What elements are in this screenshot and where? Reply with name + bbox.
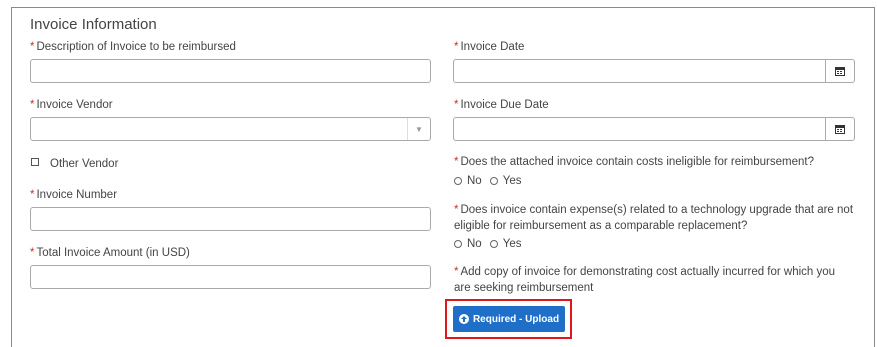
total-amount-input[interactable] xyxy=(30,265,431,289)
total-amount-label: * Total Invoice Amount (in USD) xyxy=(30,247,190,259)
description-input[interactable] xyxy=(30,59,431,83)
calendar-icon xyxy=(835,66,845,76)
calendar-button[interactable] xyxy=(825,60,854,82)
tech-upgrade-question: * Does invoice contain expense(s) related… xyxy=(454,204,854,216)
description-label: * Description of Invoice to be reimbursed xyxy=(30,41,236,53)
invoice-date-label: * Invoice Date xyxy=(454,41,525,53)
other-vendor-label: Other Vendor xyxy=(50,158,119,170)
invoice-panel xyxy=(11,7,875,347)
tech-upgrade-radio-group: No Yes xyxy=(454,238,529,250)
invoice-copy-question-cont: are seeking reimbursement xyxy=(454,282,594,294)
ineligible-yes-radio[interactable] xyxy=(489,177,498,185)
ineligible-radio-group: No Yes xyxy=(454,175,529,187)
tech-upgrade-question-cont: eligible for reimbursement as a comparab… xyxy=(454,220,748,232)
invoice-number-label: * Invoice Number xyxy=(30,189,118,201)
section-title: Invoice Information xyxy=(30,16,157,33)
vendor-label: * Invoice Vendor xyxy=(30,99,113,111)
chevron-down-icon[interactable]: ▼ xyxy=(407,118,430,140)
due-date-input[interactable] xyxy=(453,117,855,141)
vendor-select[interactable]: ▼ xyxy=(30,117,431,141)
due-date-label: * Invoice Due Date xyxy=(454,99,549,111)
upload-button-label: Required - Upload xyxy=(472,313,560,325)
invoice-copy-question: * Add copy of invoice for demonstrating c… xyxy=(454,266,836,278)
invoice-number-input[interactable] xyxy=(30,207,431,231)
tech-upgrade-no-radio[interactable] xyxy=(454,240,462,248)
invoice-date-input[interactable] xyxy=(453,59,855,83)
required-upload-button[interactable]: Required - Upload xyxy=(453,306,565,332)
ineligible-question: * Does the attached invoice contain costs… xyxy=(454,156,814,168)
calendar-button[interactable] xyxy=(825,118,854,140)
upload-circle-icon xyxy=(458,314,469,324)
ineligible-no-radio[interactable] xyxy=(454,177,462,185)
other-vendor-checkbox[interactable] xyxy=(31,158,39,166)
tech-upgrade-yes-radio[interactable] xyxy=(489,240,498,248)
calendar-icon xyxy=(835,124,845,134)
